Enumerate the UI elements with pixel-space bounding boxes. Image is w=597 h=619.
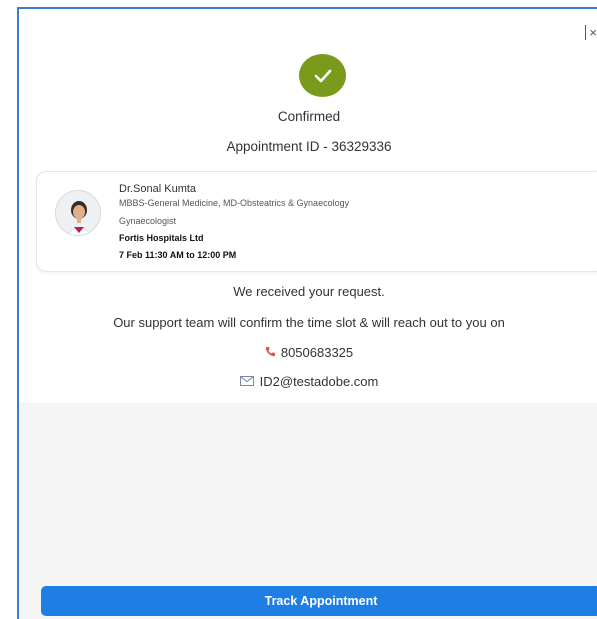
check-icon [299, 54, 346, 97]
appointment-slot: 7 Feb 11:30 AM to 12:00 PM [119, 250, 237, 260]
phone-contact: 8050683325 [19, 345, 597, 360]
hospital-name: Fortis Hospitals Ltd [119, 233, 204, 243]
email-address: ID2@testadobe.com [259, 374, 379, 389]
doctor-specialty: Gynaecologist [119, 216, 177, 226]
support-message: Our support team will confirm the time s… [113, 315, 505, 330]
received-message: We received your request. [233, 284, 385, 299]
track-appointment-button[interactable]: Track Appointment [41, 586, 597, 616]
email-contact: ID2@testadobe.com [19, 374, 597, 389]
appointment-id: Appointment ID - 36329336 [226, 139, 392, 154]
phone-icon [265, 345, 275, 360]
doctor-card: Dr.Sonal Kumta MBBS-General Medicine, MD… [36, 171, 597, 272]
avatar [55, 190, 101, 236]
mail-icon [239, 374, 254, 389]
phone-number: 8050683325 [280, 345, 354, 360]
close-button[interactable]: × [585, 25, 597, 40]
doctor-name: Dr.Sonal Kumta [119, 183, 197, 195]
close-icon[interactable]: × [589, 25, 597, 40]
divider [585, 25, 587, 40]
confirmation-modal: × Confirmed Appointment ID - 36329336 Dr… [17, 7, 597, 619]
doctor-qualifications: MBBS-General Medicine, MD-Obsteatrics & … [119, 198, 350, 208]
status-text: Confirmed [277, 109, 341, 124]
